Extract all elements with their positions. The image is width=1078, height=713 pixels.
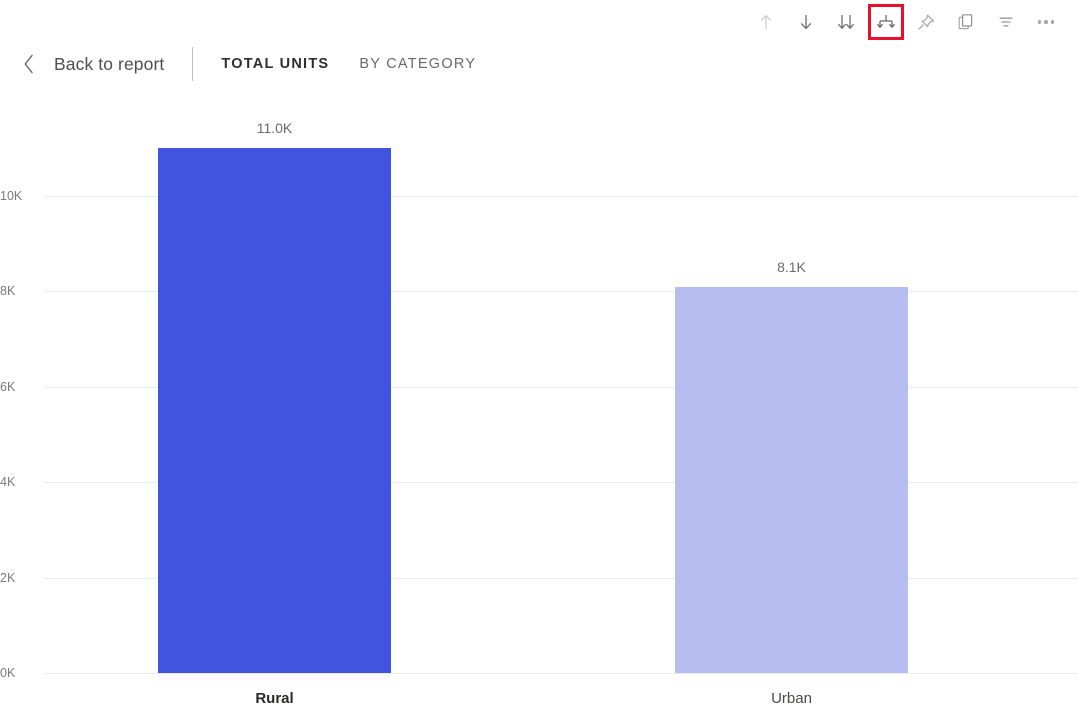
copy-visual-button[interactable]	[946, 2, 986, 42]
measure-title: TOTAL UNITS	[221, 56, 330, 72]
bar-value-label: 8.1K	[777, 258, 806, 275]
y-axis-tick-label: 8K	[0, 284, 16, 299]
x-axis-category-label[interactable]: Urban	[771, 690, 812, 707]
bar-urban[interactable]	[675, 286, 908, 673]
drill-fork-down-icon	[875, 12, 897, 32]
y-axis-tick-label: 10K	[0, 189, 23, 203]
expand-next-level-button[interactable]	[826, 2, 866, 42]
expand-all-down-button[interactable]	[866, 2, 906, 42]
arrow-down-icon	[796, 12, 816, 32]
y-axis-tick-label: 2K	[0, 570, 16, 585]
header-divider	[192, 47, 194, 81]
pin-visual-button[interactable]	[906, 2, 946, 42]
bar-chart: 0K 2K 4K 6K 8K 10K 11.0K Rural 8.1K Urban	[0, 92, 1078, 713]
more-options-button[interactable]	[1026, 2, 1066, 42]
drillthrough-header: Back to report TOTAL UNITS BY CATEGORY	[0, 44, 1078, 84]
plot-area: 0K 2K 4K 6K 8K 10K 11.0K Rural 8.1K Urban	[0, 92, 1078, 713]
gridline	[44, 673, 1078, 674]
double-arrow-down-icon	[835, 12, 857, 32]
ellipsis-icon	[1037, 20, 1055, 24]
filter-icon	[996, 12, 1016, 32]
y-axis-tick-label: 0K	[0, 666, 16, 680]
arrow-up-icon	[756, 12, 776, 32]
bar-rural[interactable]	[158, 148, 391, 673]
x-axis-category-label[interactable]: Rural	[255, 690, 293, 707]
visual-title: TOTAL UNITS BY CATEGORY	[221, 56, 476, 72]
copy-icon	[956, 12, 976, 32]
visual-toolbar	[0, 0, 1078, 44]
pin-icon	[915, 12, 937, 32]
bar-value-label: 11.0K	[256, 120, 293, 137]
y-axis-tick-label: 4K	[0, 475, 16, 490]
y-axis-tick-label: 6K	[0, 379, 16, 394]
drill-up-button[interactable]	[746, 2, 786, 42]
drill-down-toggle-button[interactable]	[786, 2, 826, 42]
chevron-left-icon	[18, 53, 40, 75]
back-to-report-button[interactable]: Back to report	[0, 53, 164, 75]
dimension-title: BY CATEGORY	[359, 56, 477, 72]
back-to-report-label: Back to report	[54, 53, 165, 74]
filters-button[interactable]	[986, 2, 1026, 42]
